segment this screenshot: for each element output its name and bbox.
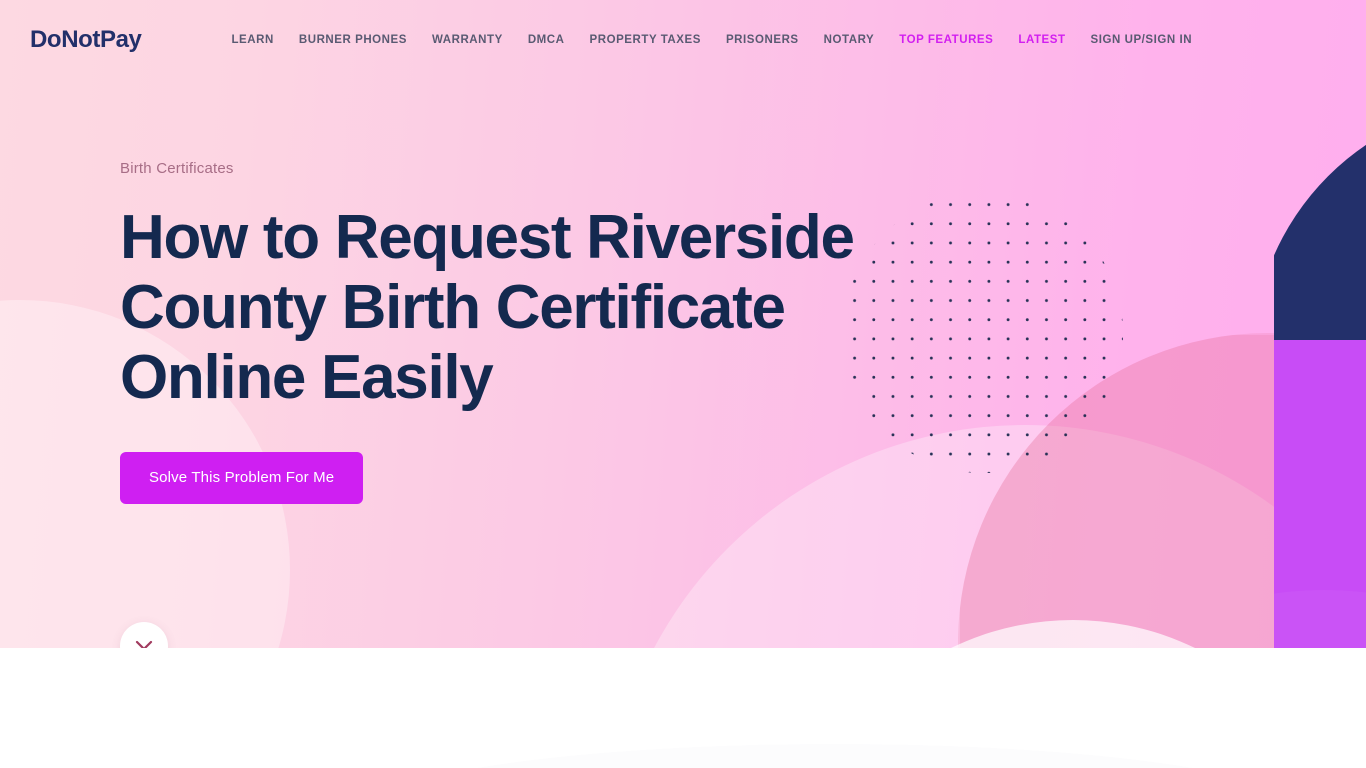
nav-item-notary[interactable]: NOTARY [824, 34, 875, 46]
chevron-down-icon [135, 640, 153, 648]
hero-content: Birth Certificates How to Request Rivers… [0, 80, 1366, 504]
nav-links: LEARN BURNER PHONES WARRANTY DMCA PROPER… [231, 34, 1192, 46]
page-title: How to Request Riverside County Birth Ce… [120, 203, 855, 412]
top-navigation: DoNotPay LEARN BURNER PHONES WARRANTY DM… [0, 0, 1366, 80]
hero-section: DoNotPay LEARN BURNER PHONES WARRANTY DM… [0, 0, 1366, 648]
breadcrumb: Birth Certificates [120, 160, 234, 177]
scroll-down-button[interactable] [120, 622, 168, 648]
decor-circle-white [793, 620, 1353, 648]
nav-item-top-features[interactable]: TOP FEATURES [899, 34, 993, 46]
nav-item-prisoners[interactable]: PRISONERS [726, 34, 799, 46]
nav-item-warranty[interactable]: WARRANTY [432, 34, 503, 46]
below-hero-section [0, 648, 1366, 768]
brand-logo[interactable]: DoNotPay [30, 26, 142, 54]
nav-item-property-taxes[interactable]: PROPERTY TAXES [590, 34, 701, 46]
decor-faint-arc [360, 744, 1310, 768]
nav-item-dmca[interactable]: DMCA [528, 34, 565, 46]
decor-purple-highlight-bottom [1274, 590, 1366, 648]
nav-item-learn[interactable]: LEARN [231, 34, 273, 46]
nav-item-latest[interactable]: LATEST [1018, 34, 1065, 46]
nav-item-burner-phones[interactable]: BURNER PHONES [299, 34, 407, 46]
solve-this-problem-button[interactable]: Solve This Problem For Me [120, 452, 364, 504]
nav-item-sign-up-sign-in[interactable]: SIGN UP/SIGN IN [1091, 34, 1193, 46]
